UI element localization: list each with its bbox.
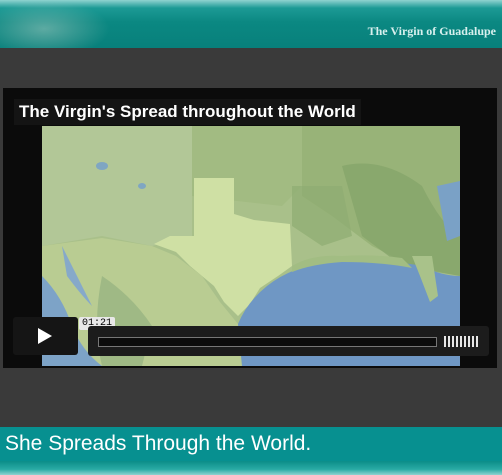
volume-bar-icon [444,336,446,347]
video-player[interactable]: The Virgin's Spread throughout the World… [3,88,497,368]
volume-bar-icon [476,336,478,347]
play-icon [38,328,52,344]
volume-bar-icon [452,336,454,347]
caption-stripe [0,461,502,475]
control-bar [88,326,489,356]
volume-control[interactable] [444,336,480,347]
volume-bar-icon [456,336,458,347]
volume-bar-icon [448,336,450,347]
site-header: The Virgin of Guadalupe [0,0,502,48]
seek-bar[interactable] [98,337,437,347]
play-button[interactable] [13,317,78,355]
volume-bar-icon [464,336,466,347]
caption-banner: She Spreads Through the World. [0,427,502,475]
player-controls: 01:21 [13,317,489,357]
volume-bar-icon [468,336,470,347]
volume-bar-icon [472,336,474,347]
video-title: The Virgin's Spread throughout the World [14,99,361,125]
caption-text: She Spreads Through the World. [5,432,312,455]
site-title: The Virgin of Guadalupe [367,24,496,38]
volume-bar-icon [460,336,462,347]
header-artwork [0,0,110,48]
